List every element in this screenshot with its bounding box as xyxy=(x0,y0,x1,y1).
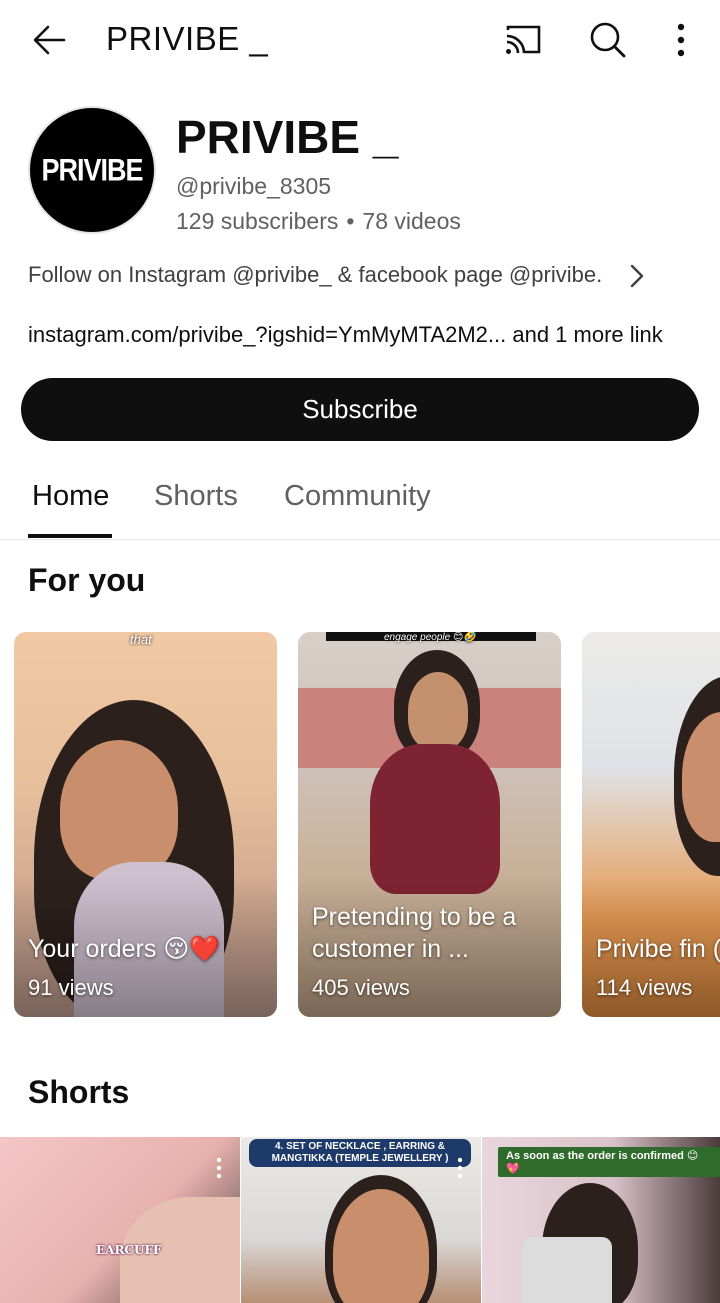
channel-avatar[interactable]: PRIVIBE xyxy=(28,106,156,234)
video-card[interactable]: that Your orders 😚❤️ 91 views xyxy=(14,632,277,1017)
tab-home[interactable]: Home xyxy=(32,480,109,513)
top-app-bar: PRIVIBE _ xyxy=(0,0,720,84)
video-views: 91 views xyxy=(28,975,114,1000)
video-card[interactable]: engage people 😊🤣 Pretending to be a cust… xyxy=(298,632,561,1017)
thumbnail-face xyxy=(60,740,178,880)
short-card[interactable]: EARCUFF xyxy=(0,1137,240,1303)
video-overlay-text: that xyxy=(130,632,152,647)
video-count: 78 videos xyxy=(362,208,461,234)
description-text: Follow on Instagram @privibe_ & facebook… xyxy=(28,262,603,287)
avatar-text: PRIVIBE xyxy=(41,152,143,187)
channel-tabs: Home Shorts Community xyxy=(0,462,720,540)
video-card[interactable]: Privibe fin ( Part-2 )💗 114 views xyxy=(582,632,720,1017)
short-card[interactable]: 4. SET OF NECKLACE , EARRING & MANGTIKKA… xyxy=(241,1137,481,1303)
more-vertical-icon[interactable] xyxy=(457,1157,463,1179)
arrow-left-icon[interactable] xyxy=(28,18,72,62)
video-title: Pretending to be a customer in ... xyxy=(312,903,517,963)
active-tab-indicator xyxy=(28,534,112,538)
video-title: Privibe fin ( Part-2 )💗 xyxy=(596,935,720,963)
channel-description[interactable]: Follow on Instagram @privibe_ & facebook… xyxy=(28,262,692,292)
thumbnail-face xyxy=(408,672,468,750)
channel-stats: 129 subscribers • 78 videos xyxy=(176,208,461,235)
channel-name: PRIVIBE _ xyxy=(176,111,399,163)
tab-shorts[interactable]: Shorts xyxy=(154,480,238,513)
stats-separator: • xyxy=(346,208,355,234)
channel-links[interactable]: instagram.com/privibe_?igshid=YmMyMTA2M2… xyxy=(28,322,663,348)
more-vertical-icon[interactable] xyxy=(216,1157,222,1179)
search-icon[interactable] xyxy=(586,18,630,62)
more-vertical-icon[interactable] xyxy=(664,18,698,62)
video-overlay-text: engage people 😊🤣 xyxy=(384,632,476,643)
cast-icon[interactable] xyxy=(500,20,544,60)
section-title-shorts: Shorts xyxy=(28,1074,130,1110)
tab-community[interactable]: Community xyxy=(284,480,431,513)
channel-handle: @privibe_8305 xyxy=(176,173,332,199)
video-views: 114 views xyxy=(596,975,693,1000)
thumbnail-clothes xyxy=(370,744,500,894)
section-title-for-you: For you xyxy=(28,562,146,598)
subscriber-count: 129 subscribers xyxy=(176,208,339,234)
short-caption: EARCUFF xyxy=(96,1243,162,1257)
app-bar-title: PRIVIBE _ xyxy=(106,20,269,57)
short-caption: As soon as the order is confirmed 😊💖 xyxy=(498,1147,720,1177)
chevron-right-icon xyxy=(626,262,648,290)
short-card[interactable]: As soon as the order is confirmed 😊💖 xyxy=(482,1137,720,1303)
subscribe-button[interactable]: Subscribe xyxy=(21,378,699,441)
video-title: Your orders 😚❤️ xyxy=(28,935,221,963)
short-caption: 4. SET OF NECKLACE , EARRING & MANGTIKKA… xyxy=(249,1139,471,1167)
thumbnail-package xyxy=(522,1237,612,1303)
video-views: 405 views xyxy=(312,975,410,1000)
